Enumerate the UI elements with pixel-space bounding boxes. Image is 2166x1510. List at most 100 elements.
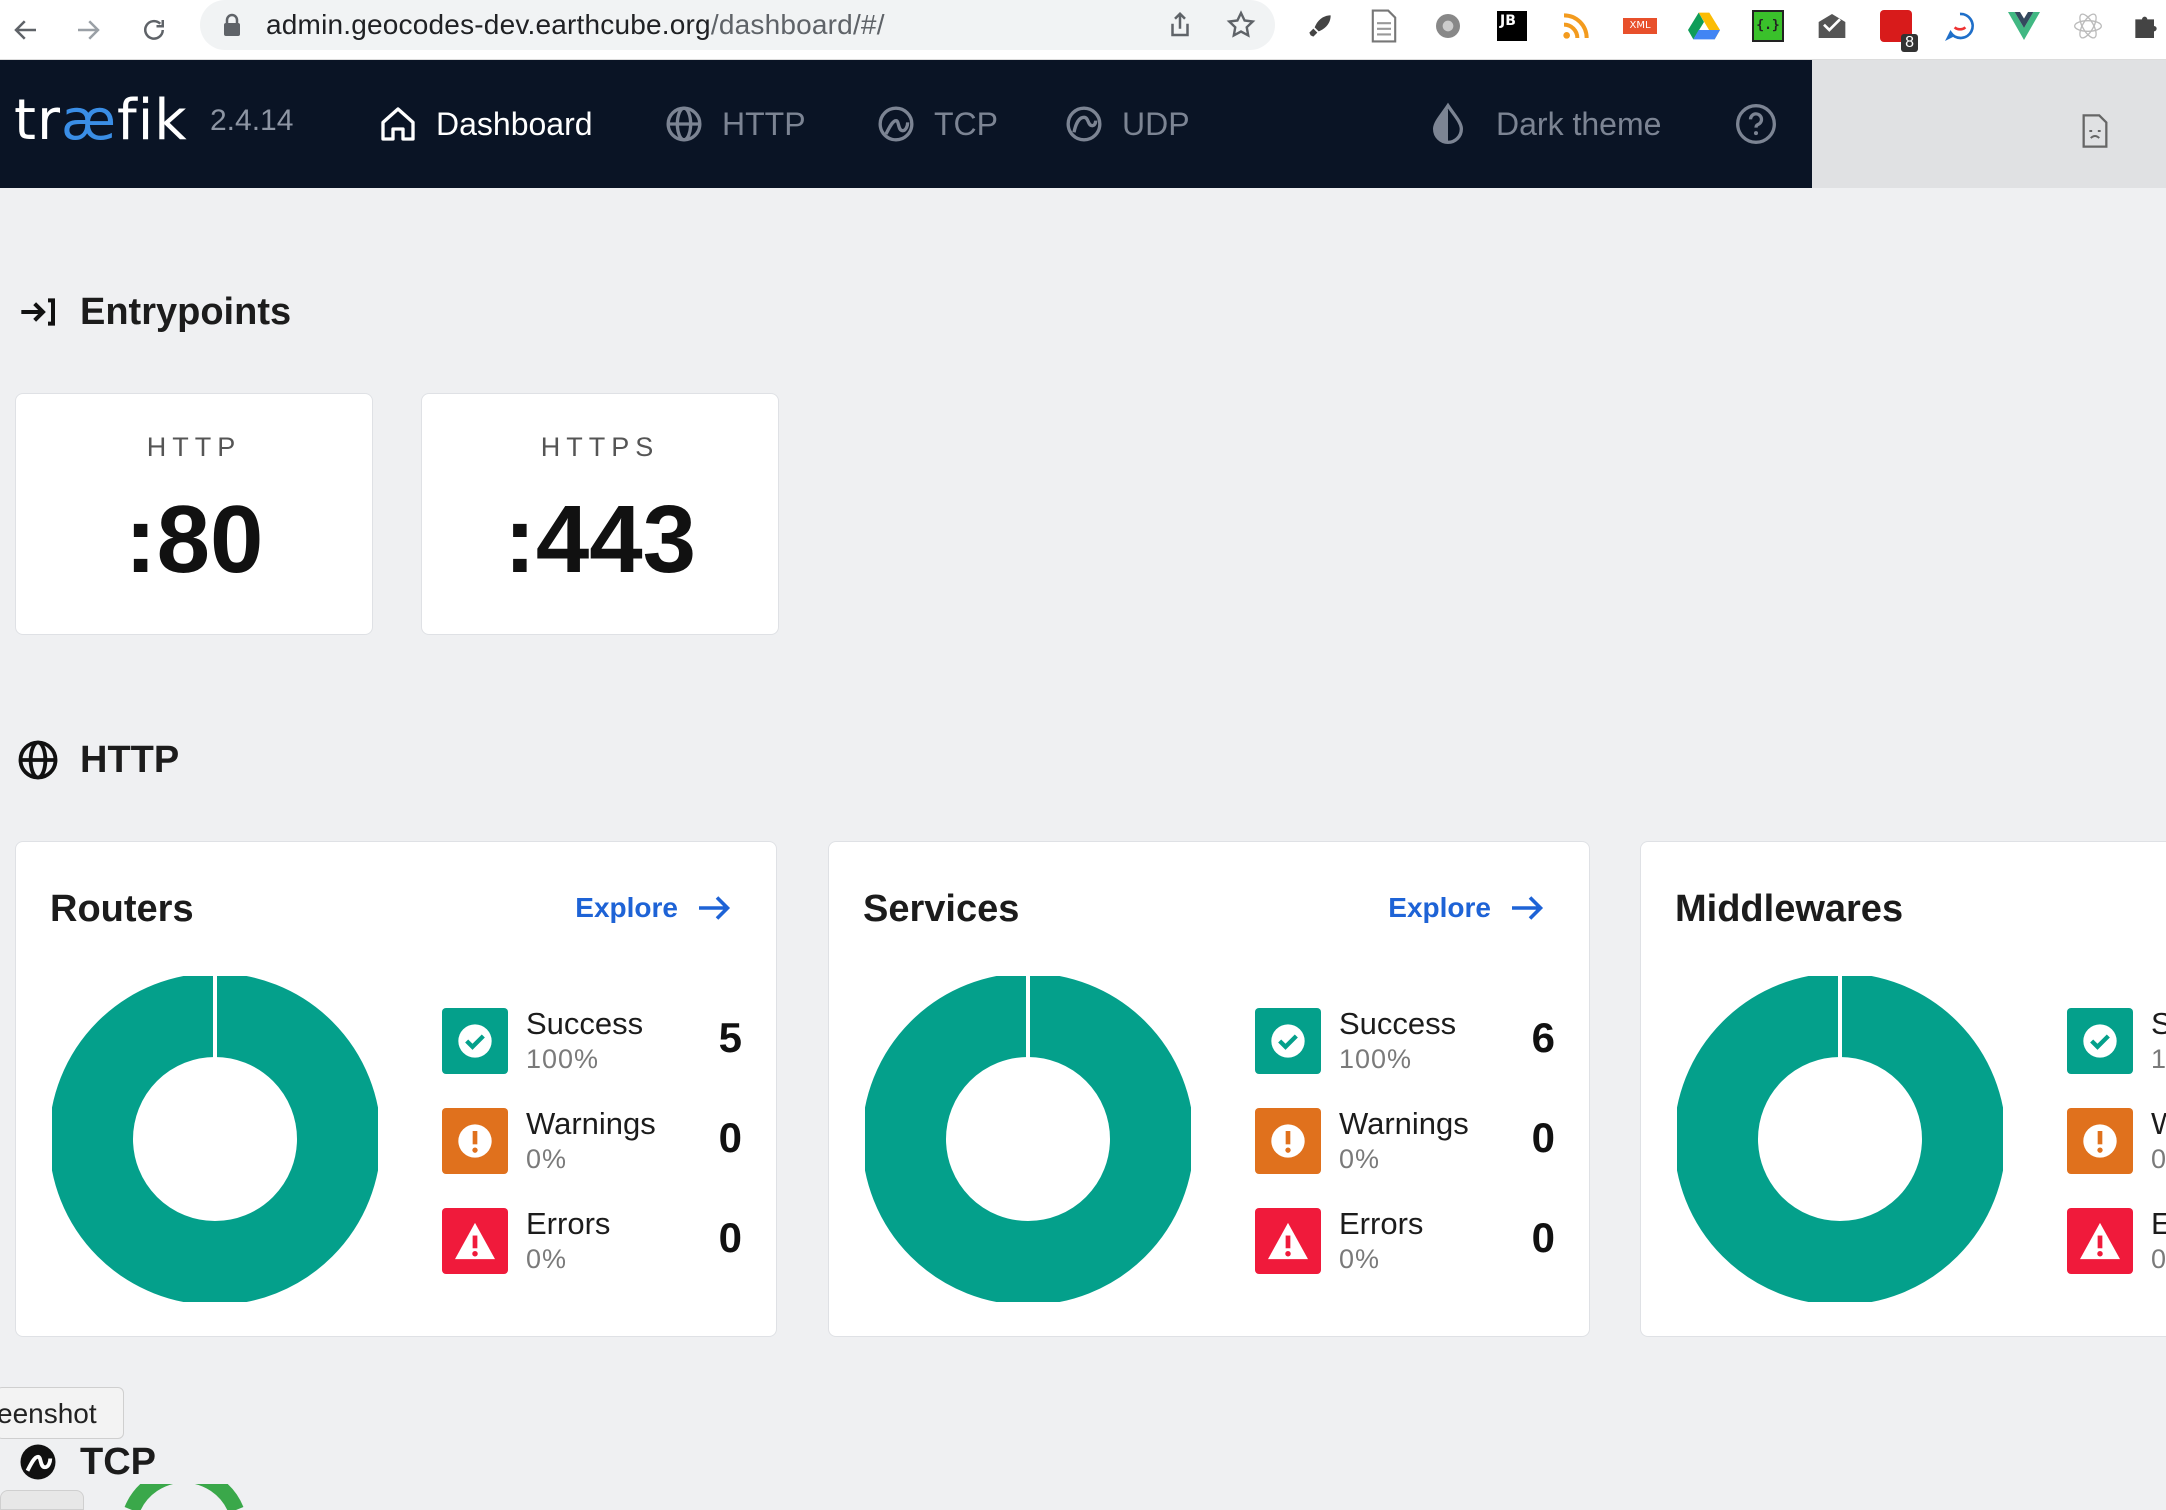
share-icon[interactable] — [1165, 9, 1195, 41]
stat-label: Er — [2151, 1206, 2166, 1242]
services-card: Services Explore Success 100% 6 Warnings… — [828, 841, 1590, 1337]
rss-extension-icon[interactable] — [1556, 6, 1596, 46]
stat-count: 5 — [718, 1014, 742, 1061]
stat-count: 6 — [1531, 1014, 1555, 1061]
middlewares-donut-chart — [1677, 976, 2003, 1302]
nav-dashboard[interactable]: Dashboard — [378, 100, 593, 148]
stat-percent: 0% — [2151, 1144, 2166, 1174]
tcp-donut-partial — [124, 1484, 244, 1510]
bookmark-star-icon[interactable] — [1225, 9, 1257, 41]
services-explore-link[interactable]: Explore — [1388, 892, 1545, 924]
tcp-icon — [878, 106, 914, 142]
globe-icon — [666, 106, 702, 142]
success-stat: Success 100% 5 — [442, 1006, 742, 1078]
dark-theme-toggle[interactable]: Dark theme — [1428, 100, 1661, 148]
xml-extension-icon[interactable]: XML — [1620, 6, 1660, 46]
entrypoint-port: :443 — [503, 486, 697, 593]
react-extension-icon[interactable] — [2068, 6, 2108, 46]
url-text: admin.geocodes-dev.earthcube.org/dashboa… — [266, 9, 885, 40]
entrypoint-card-http: HTTP :80 — [15, 393, 373, 635]
arrow-right-icon — [1512, 896, 1544, 920]
stat-label: Su — [2151, 1006, 2166, 1042]
stat-percent: 100% — [1339, 1044, 1413, 1074]
stat-label: Warnings — [1339, 1106, 1469, 1141]
entrypoint-arrow-icon — [16, 290, 60, 334]
stat-count: 0 — [718, 1114, 742, 1161]
lock-icon — [224, 13, 240, 36]
tcp-heading: TCP — [16, 1440, 156, 1484]
entrypoints-title: Entrypoints — [80, 290, 292, 333]
routers-card: Routers Explore Success 100% 5 Warnings … — [15, 841, 777, 1337]
jetbrains-extension-icon[interactable]: JB — [1492, 6, 1532, 46]
warning-circle-icon — [442, 1108, 508, 1174]
card-title: Middlewares — [1675, 888, 1904, 930]
nav-udp-label: UDP — [1122, 105, 1190, 142]
entrypoints-heading: Entrypoints — [16, 290, 291, 334]
check-circle-icon — [442, 1008, 508, 1074]
traefik-logo[interactable]: træfik — [14, 88, 188, 153]
nav-dashboard-label: Dashboard — [436, 105, 593, 142]
stat-percent: 0% — [2151, 1244, 2166, 1274]
vue-extension-icon[interactable] — [2004, 6, 2044, 46]
stat-label: Success — [526, 1006, 644, 1041]
stat-label: Errors — [1339, 1206, 1424, 1241]
card-title: Services — [863, 888, 1020, 930]
http-title: HTTP — [80, 738, 180, 781]
errors-stat: Errors 0% 0 — [1255, 1206, 1555, 1278]
nav-udp[interactable]: UDP — [1064, 100, 1190, 148]
google-drive-icon[interactable] — [1684, 6, 1724, 46]
mail-extension-icon[interactable] — [1812, 6, 1852, 46]
stat-label: Success — [1339, 1006, 1457, 1041]
screenshot-tool-fragment — [0, 1490, 84, 1510]
stat-count: 0 — [1531, 1114, 1555, 1161]
stat-count: 0 — [718, 1214, 742, 1261]
stat-percent: 0% — [526, 1144, 568, 1174]
nav-http[interactable]: HTTP — [664, 100, 806, 148]
warnings-stat: W 0% — [2067, 1106, 2166, 1178]
reload-icon[interactable] — [132, 8, 176, 52]
notification-extension-icon[interactable]: 8 — [1876, 6, 1918, 52]
dark-theme-label: Dark theme — [1496, 105, 1662, 142]
document-extension-icon[interactable] — [1364, 6, 1404, 46]
success-stat: Success 100% 6 — [1255, 1006, 1555, 1078]
check-circle-icon — [1255, 1008, 1321, 1074]
nav-http-label: HTTP — [722, 105, 806, 142]
entrypoint-card-https: HTTPS :443 — [421, 393, 779, 635]
explore-label: Explore — [1388, 892, 1491, 923]
version-label: 2.4.14 — [210, 104, 294, 137]
back-arrow-icon[interactable] — [4, 8, 48, 52]
forward-arrow-icon[interactable] — [66, 8, 110, 52]
routers-donut-chart — [52, 976, 378, 1302]
explore-label: Explore — [575, 892, 678, 923]
chat-extension-icon[interactable] — [1940, 6, 1980, 46]
rocket-extension-icon[interactable] — [1300, 6, 1340, 46]
help-button[interactable] — [1734, 100, 1796, 148]
check-circle-icon — [2067, 1008, 2133, 1074]
tcp-icon — [16, 1440, 60, 1484]
card-title: Routers — [50, 888, 194, 930]
globe-icon — [16, 738, 60, 782]
arrow-right-icon — [699, 896, 731, 920]
success-stat: Su 10 — [2067, 1006, 2166, 1078]
json-extension-icon[interactable]: {.} — [1748, 6, 1788, 46]
error-triangle-icon — [1255, 1208, 1321, 1274]
services-donut-chart — [865, 976, 1191, 1302]
browser-toolbar: admin.geocodes-dev.earthcube.org/dashboa… — [0, 0, 2166, 60]
stat-percent: 0% — [526, 1244, 568, 1274]
nav-tcp[interactable]: TCP — [876, 100, 998, 148]
entrypoint-port: :80 — [124, 486, 264, 593]
stat-label: Warnings — [526, 1106, 656, 1141]
help-circle-icon — [1736, 104, 1776, 144]
tooltip: eenshot — [0, 1387, 124, 1439]
gear-extension-icon[interactable] — [1428, 6, 1468, 46]
routers-explore-link[interactable]: Explore — [575, 892, 732, 924]
puzzle-extensions-icon[interactable] — [2126, 6, 2166, 46]
udp-icon — [1066, 106, 1102, 142]
stat-count: 0 — [1531, 1214, 1555, 1261]
navbar-side-panel — [1812, 60, 2166, 188]
stat-percent: 0% — [1339, 1244, 1381, 1274]
address-bar[interactable]: admin.geocodes-dev.earthcube.org/dashboa… — [200, 0, 1275, 50]
tcp-title: TCP — [80, 1440, 156, 1483]
entrypoint-name: HTTP — [146, 432, 242, 462]
entrypoint-name: HTTPS — [540, 432, 660, 462]
